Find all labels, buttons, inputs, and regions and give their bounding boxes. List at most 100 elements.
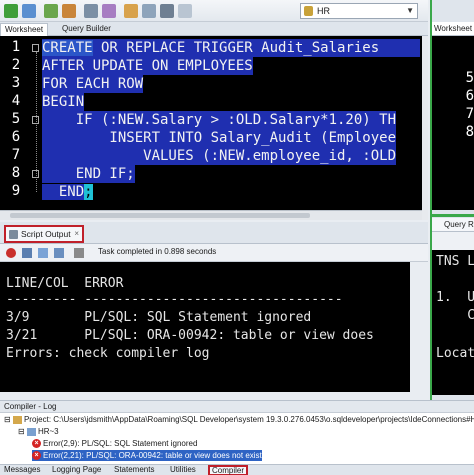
log-tabs: Messages Logging Page Statements Utiliti… — [0, 464, 474, 475]
save-icon[interactable] — [38, 248, 48, 258]
code-line: BEGIN — [42, 93, 85, 111]
explain-icon[interactable] — [84, 4, 98, 18]
task-status: Task completed in 0.898 seconds — [98, 247, 217, 256]
node-label: HR~3 — [37, 427, 59, 436]
output-line: 3/9 PL/SQL: SQL Statement ignored — [6, 310, 312, 325]
code-line: AFTER UPDATE ON EMPLOYEES — [42, 57, 253, 75]
print-icon[interactable] — [54, 248, 64, 258]
line-number: 7 — [465, 106, 474, 122]
chevron-down-icon: ▼ — [406, 6, 414, 15]
output-line: 1. U — [436, 290, 474, 305]
text-cursor: ; — [84, 184, 93, 200]
collapse-icon[interactable]: ⊟ — [18, 427, 25, 436]
code-line: FOR EACH ROW — [42, 75, 144, 93]
connection-name: HR — [317, 6, 330, 16]
history-icon[interactable] — [160, 4, 174, 18]
connection-select[interactable]: HR ▼ — [300, 3, 418, 19]
pin-icon[interactable] — [6, 248, 16, 258]
code-line: END; — [42, 183, 93, 201]
tab-messages[interactable]: Messages — [2, 465, 42, 475]
line-gutter: 1 2 3 4 5 6 7 8 9 — [0, 36, 32, 210]
output-line: Errors: check compiler log — [6, 346, 210, 361]
fold-toggle[interactable] — [32, 170, 39, 178]
line-number: 5 — [465, 70, 474, 86]
error-icon: × — [32, 451, 41, 461]
output-line: --------- ------------------------------… — [6, 292, 343, 307]
compiler-log-tree: ⊟ Project: C:\Users\jdsmith\AppData\Roam… — [0, 412, 474, 464]
line-number: 2 — [11, 57, 21, 73]
query-result-toolbar — [432, 232, 474, 250]
tab-script-output[interactable]: Script Output × — [4, 225, 84, 243]
tab-utilities[interactable]: Utilities — [168, 465, 198, 475]
project-icon — [12, 415, 22, 424]
code-line: VALUES (:NEW.employee_id, :OLD — [42, 147, 397, 165]
output-tabs: Script Output × — [0, 222, 428, 244]
collapse-icon[interactable]: ⊟ — [4, 415, 11, 424]
play-icon[interactable] — [4, 4, 18, 18]
rollback-icon[interactable] — [62, 4, 76, 18]
scrollbar-thumb[interactable] — [10, 213, 310, 218]
line-number: 4 — [11, 93, 21, 109]
line-number: 8 — [11, 165, 21, 181]
tab-statements[interactable]: Statements — [112, 465, 156, 475]
tree-error-selected[interactable]: × Error(2,21): PL/SQL: ORA-00942: table o… — [32, 450, 262, 461]
line-number: 3 — [11, 75, 21, 91]
code-line: IF (:NEW.Salary > :OLD.Salary*1.20) TH — [42, 111, 397, 129]
worksheet-toolbar: HR ▼ — [0, 0, 428, 22]
eraser-icon[interactable] — [124, 4, 138, 18]
line-number: 6 — [11, 129, 21, 145]
script-output-console: LINE/COL ERROR --------- ---------------… — [0, 262, 410, 392]
script-output-toolbar: Task completed in 0.898 seconds — [0, 244, 428, 262]
separator-icon — [74, 248, 84, 258]
code-line: END IF; — [42, 165, 135, 183]
code-line: CREATE OR REPLACE TRIGGER Audit_Salaries — [42, 39, 420, 57]
output-line: LINE/COL ERROR — [6, 276, 124, 291]
tree-node[interactable]: ⊟ HR~3 — [18, 426, 59, 437]
editor-vertical-scrollbar[interactable] — [422, 36, 428, 220]
database-icon — [304, 6, 313, 16]
panel-divider — [430, 214, 474, 217]
output-line: 3/21 PL/SQL: ORA-00942: table or view do… — [6, 328, 374, 343]
editor-tabs: Worksheet Query Builder — [0, 22, 428, 36]
script-output-label: Script Output — [21, 229, 71, 239]
editor-horizontal-scrollbar[interactable] — [0, 210, 422, 220]
tab-logging-page[interactable]: Logging Page — [50, 465, 103, 475]
tab-query-result[interactable]: Query Re — [432, 218, 474, 232]
database-icon[interactable] — [178, 4, 192, 18]
tree-error[interactable]: × Error(2,9): PL/SQL: SQL Statement ignor… — [32, 438, 197, 449]
code-text: END — [42, 184, 85, 200]
code-line: INSERT INTO Salary_Audit (Employee — [42, 129, 397, 147]
line-number: 5 — [11, 111, 21, 127]
error-text: Error(2,9): PL/SQL: SQL Statement ignore… — [43, 439, 198, 448]
autotrace-icon[interactable] — [102, 4, 116, 18]
sql-editor[interactable]: 5 6 7 8 — [432, 36, 474, 210]
sql-editor[interactable]: 1 2 3 4 5 6 7 8 9 CREATE OR REPLACE TRIG… — [0, 36, 422, 210]
format-icon[interactable] — [142, 4, 156, 18]
output-line: TNS L — [436, 254, 474, 269]
connection-icon — [26, 427, 36, 436]
project-path: Project: C:\Users\jdsmith\AppData\Roamin… — [23, 415, 474, 424]
close-icon[interactable]: × — [74, 227, 79, 241]
eraser-icon[interactable] — [22, 248, 32, 258]
query-result-console: TNS L 1. U C Locat — [432, 250, 474, 395]
tab-query-builder[interactable]: Query Builder — [58, 23, 115, 36]
line-number: 9 — [11, 183, 21, 199]
tab-compiler[interactable]: Compiler — [208, 465, 249, 475]
line-number: 8 — [465, 124, 474, 140]
tab-worksheet[interactable]: Worksheet — [0, 23, 49, 36]
compiler-log-title: Compiler - Log — [0, 400, 474, 412]
commit-icon[interactable] — [44, 4, 58, 18]
run-script-icon[interactable] — [22, 4, 36, 18]
fold-toggle[interactable] — [32, 116, 39, 124]
script-output-icon — [9, 230, 18, 239]
line-number: 7 — [11, 147, 21, 163]
output-line: C — [436, 308, 474, 323]
error-text: Error(2,21): PL/SQL: ORA-00942: table or… — [43, 451, 262, 460]
line-number: 6 — [465, 88, 474, 104]
line-number: 1 — [11, 39, 21, 55]
error-icon: × — [32, 439, 41, 449]
tab-worksheet[interactable]: Worksheet — [432, 22, 474, 36]
fold-toggle[interactable] — [32, 44, 39, 52]
tree-project[interactable]: ⊟ Project: C:\Users\jdsmith\AppData\Roam… — [4, 414, 474, 425]
output-line: Locat — [436, 346, 474, 361]
